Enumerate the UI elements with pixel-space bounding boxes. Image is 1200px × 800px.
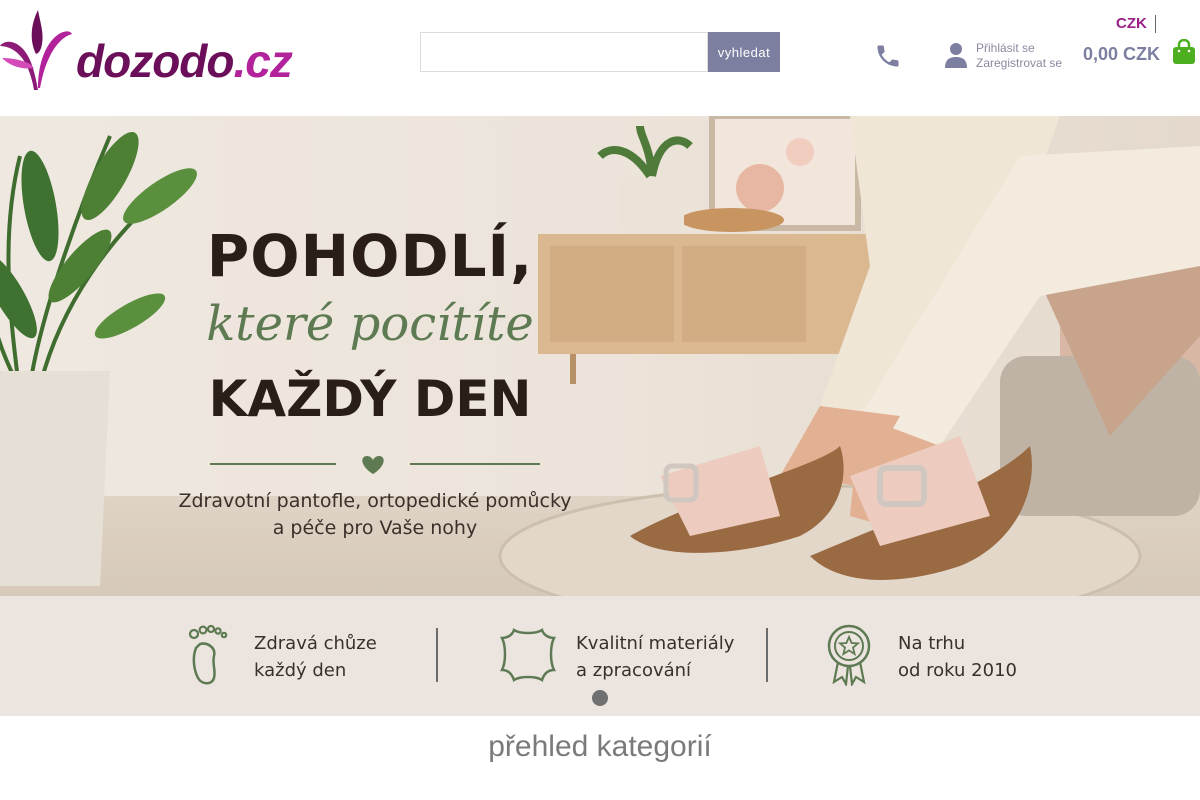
slider-dot-1[interactable]	[592, 690, 608, 706]
currency-switch[interactable]: CZK	[1116, 15, 1156, 33]
account-links: Přihlásit se Zaregistrovat se	[976, 41, 1062, 71]
logo-link[interactable]: dozodo.cz	[0, 8, 293, 92]
search-form: vyhledat	[420, 32, 780, 72]
feature-line1: Na trhu	[898, 633, 966, 654]
feature-since-2010: Na trhu od roku 2010	[824, 622, 1034, 686]
feature-divider	[436, 628, 438, 682]
feature-line1: Kvalitní materiály	[576, 633, 735, 654]
cart-total[interactable]: 0,00 CZK	[1083, 44, 1160, 65]
hero-headline-line3: KAŽDÝ DEN	[208, 370, 532, 428]
feature-line1: Zdravá chůze	[254, 633, 377, 654]
search-input[interactable]	[420, 32, 708, 72]
categories-section-title: přehled kategorií	[488, 730, 712, 763]
shopping-bag-icon[interactable]	[1172, 38, 1196, 65]
login-link[interactable]: Přihlásit se	[976, 41, 1062, 56]
foot-icon	[188, 624, 228, 685]
hero-subtitle-line2: a péče pro Vaše nohy	[272, 517, 478, 539]
logo-text: dozodo.cz	[76, 35, 293, 87]
search-button[interactable]: vyhledat	[708, 32, 780, 72]
feature-line2: každý den	[254, 660, 347, 681]
logo-flower-icon	[0, 10, 72, 90]
hero-headline-line1: POHODLÍ,	[206, 222, 534, 290]
feature-line2: od roku 2010	[898, 660, 1017, 681]
feature-text: Zdravá chůze každý den	[254, 630, 377, 684]
register-link[interactable]: Zaregistrovat se	[976, 56, 1062, 71]
hero-subtitle-line1: Zdravotní pantofle, ortopedické pomůcky	[178, 490, 572, 512]
feature-quality-materials: Kvalitní materiály a zpracování	[500, 622, 740, 686]
phone-icon[interactable]	[874, 42, 902, 70]
feature-text: Na trhu od roku 2010	[898, 630, 1017, 684]
feature-divider	[766, 628, 768, 682]
hero-headline-line2: které pocítíte	[206, 296, 534, 352]
feature-line2: a zpracování	[576, 660, 692, 681]
award-badge-icon	[827, 624, 871, 686]
heart-divider	[210, 456, 540, 474]
leather-icon	[500, 628, 556, 682]
site-header: dozodo.cz vyhledat Přihlásit se Zaregist…	[0, 0, 1200, 116]
user-icon[interactable]	[944, 42, 968, 68]
hero-banner[interactable]: POHODLÍ, které pocítíte KAŽDÝ DEN Zdravo…	[0, 116, 1200, 716]
hero-subtitle: Zdravotní pantofle, ortopedické pomůcky …	[170, 488, 580, 542]
feature-text: Kvalitní materiály a zpracování	[576, 630, 734, 684]
feature-healthy-walk: Zdravá chůze každý den	[186, 622, 406, 686]
